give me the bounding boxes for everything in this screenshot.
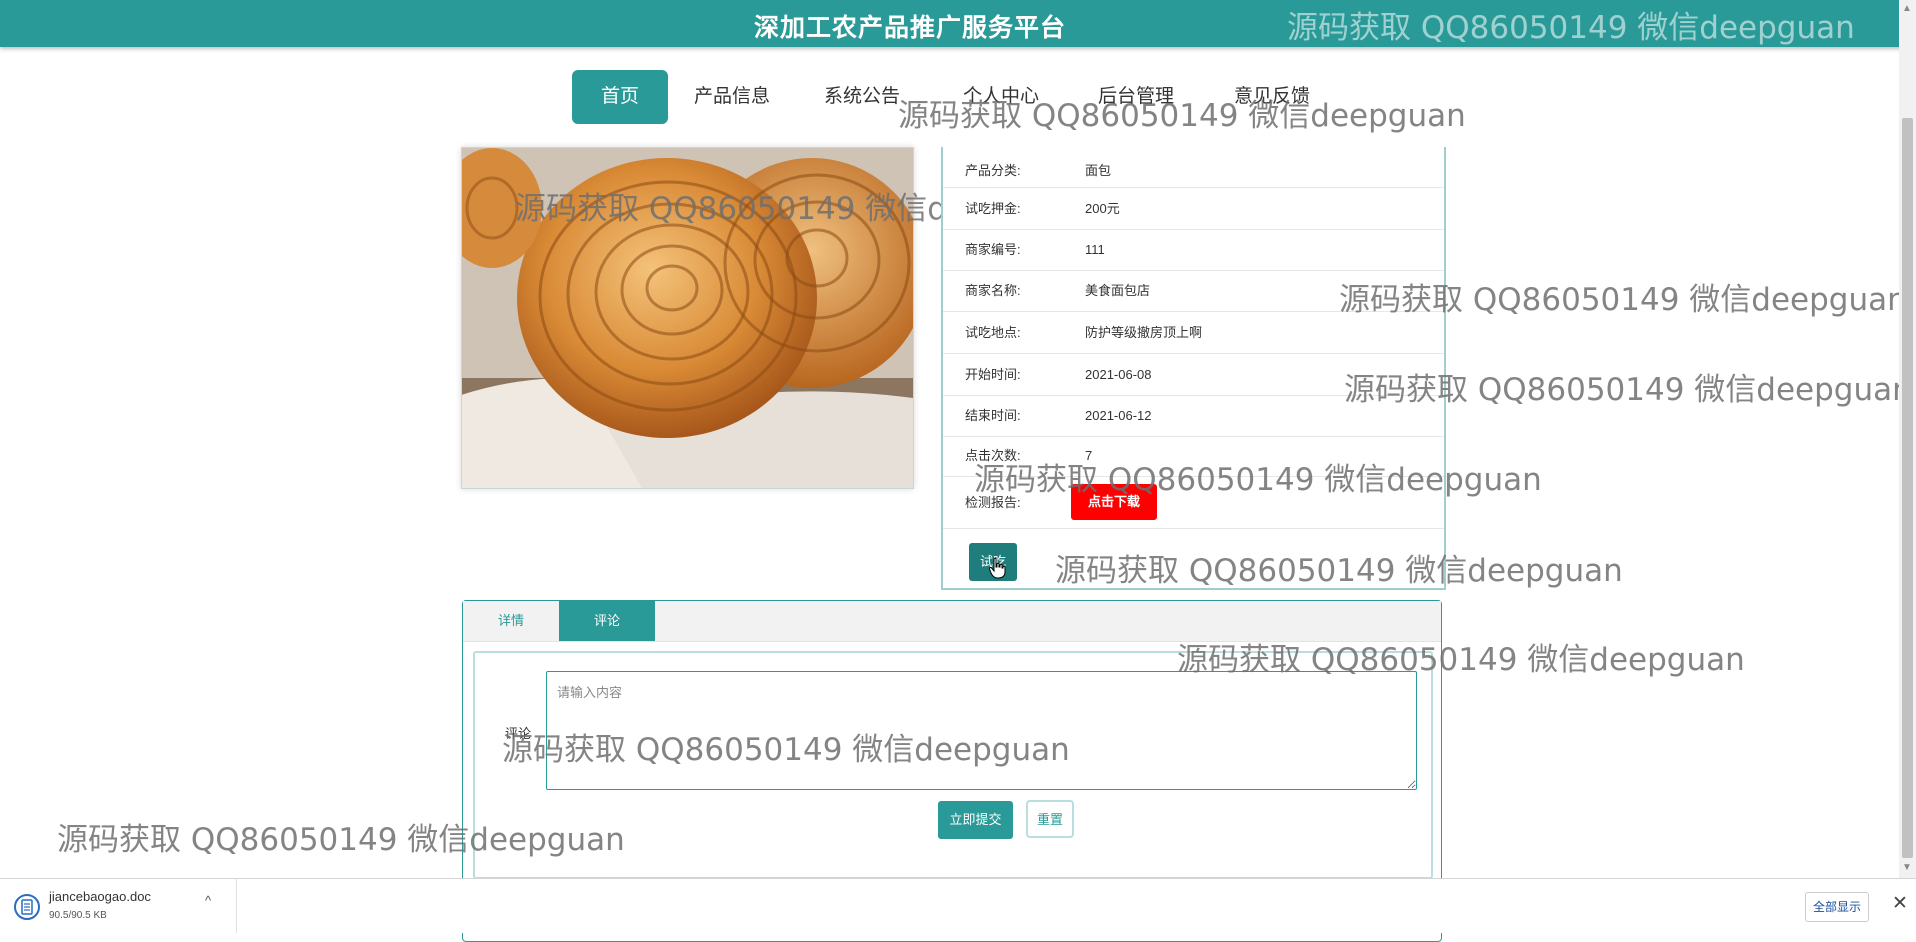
info-value: 面包 xyxy=(1085,163,1112,178)
info-label: 试吃地点: xyxy=(965,325,1021,340)
download-file-size: 90.5/90.5 KB xyxy=(49,910,107,921)
download-file-name: jiancebaogao.doc xyxy=(49,889,151,904)
info-label: 结束时间: xyxy=(965,408,1021,423)
nav-item-home[interactable]: 首页 xyxy=(572,70,668,124)
show-all-downloads-button[interactable]: 全部显示 xyxy=(1805,892,1869,922)
nav-item-feedback[interactable]: 意见反馈 xyxy=(1219,70,1325,124)
nav-item-products[interactable]: 产品信息 xyxy=(679,70,785,124)
tab-bar: 详情 评论 xyxy=(463,601,1441,642)
comment-label: 评论 xyxy=(505,726,532,741)
download-bar: jiancebaogao.doc 90.5/90.5 KB ^ 全部显示 ✕ xyxy=(0,878,1916,933)
info-value: 111 xyxy=(1085,242,1105,257)
tab-details[interactable]: 详情 xyxy=(463,601,559,641)
comment-input[interactable] xyxy=(546,671,1417,790)
info-label: 产品分类: xyxy=(965,163,1021,178)
nav-item-personal-center[interactable]: 个人中心 xyxy=(948,70,1054,124)
info-value: 2021-06-12 xyxy=(1085,408,1152,423)
submit-button[interactable]: 立即提交 xyxy=(938,801,1013,839)
info-row-location: 试吃地点: 防护等级撤房顶上啊 xyxy=(943,313,1444,354)
page-scrollbar[interactable]: ▲ ▼ xyxy=(1899,0,1916,878)
hand-pointer-icon xyxy=(989,557,1006,579)
product-image xyxy=(461,147,914,489)
info-value: 200元 xyxy=(1085,201,1120,216)
info-row-start-time: 开始时间: 2021-06-08 xyxy=(943,355,1444,396)
trial-button[interactable]: 试吃 xyxy=(969,543,1017,581)
nav-item-announcements[interactable]: 系统公告 xyxy=(809,70,915,124)
word-doc-icon xyxy=(14,894,40,920)
info-row-deposit: 试吃押金: 200元 xyxy=(943,189,1444,230)
chevron-up-icon[interactable]: ^ xyxy=(205,893,211,908)
close-icon[interactable]: ✕ xyxy=(1892,892,1908,915)
tab-comments[interactable]: 评论 xyxy=(559,601,655,641)
info-label: 点击次数: xyxy=(965,448,1021,463)
info-row-merchant-name: 商家名称: 美食面包店 xyxy=(943,271,1444,312)
info-value: 美食面包店 xyxy=(1085,283,1151,298)
nav-item-admin[interactable]: 后台管理 xyxy=(1083,70,1189,124)
info-value: 7 xyxy=(1085,448,1093,463)
info-label: 商家编号: xyxy=(965,242,1021,257)
reset-button[interactable]: 重置 xyxy=(1026,800,1074,838)
info-value: 防护等级撤房顶上啊 xyxy=(1085,325,1203,340)
info-value: 2021-06-08 xyxy=(1085,367,1152,382)
info-label: 开始时间: xyxy=(965,367,1021,382)
info-row-category: 产品分类: 面包 xyxy=(943,147,1444,188)
info-row-report: 检测报告: 点击下载 xyxy=(943,478,1444,529)
scroll-up-arrow-icon[interactable]: ▲ xyxy=(1902,3,1912,14)
download-item[interactable]: jiancebaogao.doc 90.5/90.5 KB ^ xyxy=(0,879,237,933)
info-row-merchant-id: 商家编号: 111 xyxy=(943,230,1444,271)
scroll-thumb[interactable] xyxy=(1902,118,1913,858)
info-label: 试吃押金: xyxy=(965,201,1021,216)
info-row-end-time: 结束时间: 2021-06-12 xyxy=(943,396,1444,437)
site-title: 深加工农产品推广服务平台 xyxy=(753,14,1066,42)
info-label: 商家名称: xyxy=(965,283,1021,298)
info-row-click-count: 点击次数: 7 xyxy=(943,436,1444,477)
info-label: 检测报告: xyxy=(965,495,1021,510)
top-header: 深加工农产品推广服务平台 源码获取 QQ86050149 微信deepguan xyxy=(0,0,1916,47)
scroll-down-arrow-icon[interactable]: ▼ xyxy=(1902,862,1912,873)
comment-form: 评论 立即提交 重置 xyxy=(473,651,1433,879)
download-report-button[interactable]: 点击下载 xyxy=(1071,484,1157,520)
product-info-panel: 产品分类: 面包 试吃押金: 200元 商家编号: 111 商家名称: 美食面包… xyxy=(941,147,1446,590)
